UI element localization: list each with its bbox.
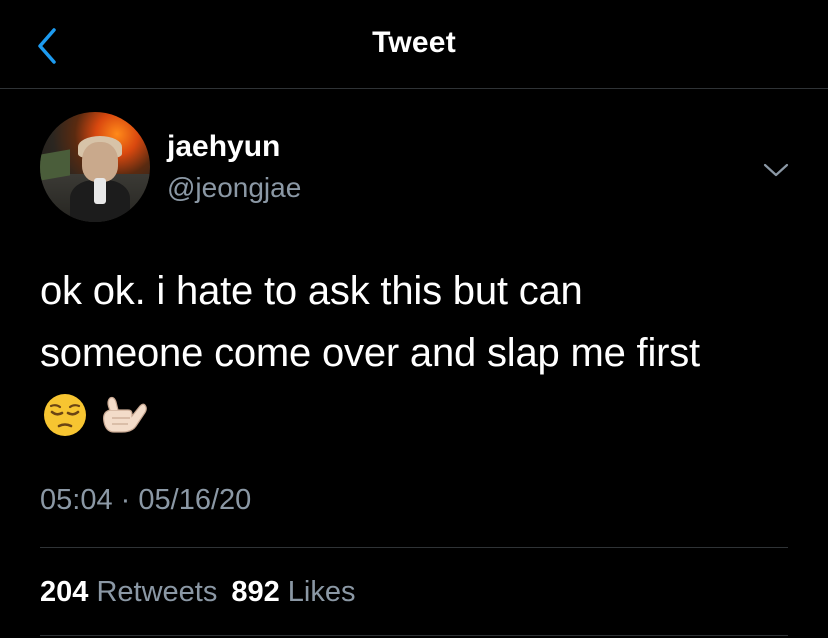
- tweet-date: 05/16/20: [138, 484, 252, 516]
- author-handle[interactable]: @jeongjae: [167, 172, 301, 204]
- call-me-hand-emoji: [98, 392, 147, 438]
- author-display-name[interactable]: jaehyun: [167, 130, 280, 164]
- divider: [40, 547, 788, 548]
- tweet-stats: 204 Retweets 892 Likes: [40, 576, 370, 609]
- tweet-time: 05:04: [40, 484, 113, 516]
- tweet-text: ok ok. i hate to ask this but can someon…: [40, 269, 700, 375]
- chevron-down-icon: [763, 163, 789, 177]
- pensive-face-emoji: [42, 392, 88, 438]
- timestamp-separator: ·: [120, 484, 131, 516]
- retweets-count: 204: [40, 576, 89, 608]
- tweet-timestamp: 05:04 · 05/16/20: [40, 484, 251, 517]
- retweets-label: Retweets: [96, 576, 218, 608]
- likes-label: Likes: [287, 576, 356, 608]
- likes-count: 892: [231, 576, 280, 608]
- avatar[interactable]: [40, 112, 150, 222]
- top-bar: Tweet: [0, 0, 828, 89]
- divider: [40, 635, 788, 636]
- likes-stat[interactable]: 892 Likes: [231, 576, 369, 608]
- page-title: Tweet: [372, 26, 456, 59]
- tweet-emojis: [42, 392, 147, 440]
- tweet-menu-button[interactable]: [762, 160, 790, 180]
- retweets-stat[interactable]: 204 Retweets: [40, 576, 231, 608]
